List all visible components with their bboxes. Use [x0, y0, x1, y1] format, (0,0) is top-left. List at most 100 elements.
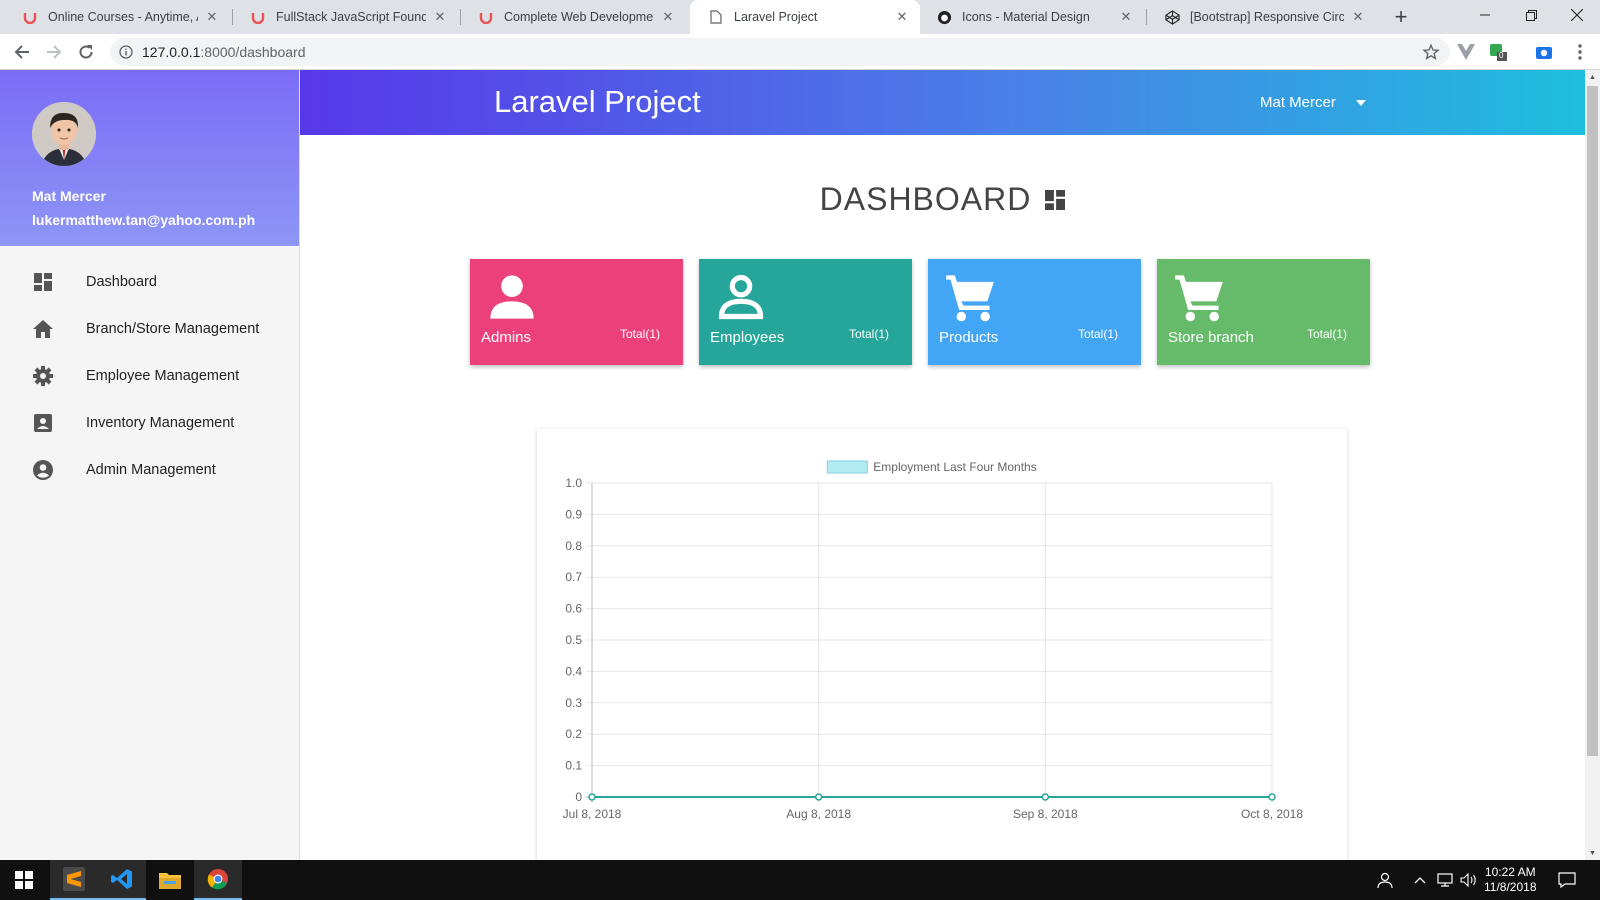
screenshot-extension-icon[interactable] — [1534, 42, 1554, 62]
page-scrollbar[interactable]: ▲ ▼ — [1585, 70, 1600, 860]
restore-icon[interactable] — [1508, 0, 1554, 30]
minimize-icon[interactable] — [1462, 0, 1508, 30]
clock-date: 11/8/2018 — [1484, 880, 1537, 894]
card-label: Products — [939, 329, 999, 346]
page-title: DASHBOARD — [300, 181, 1585, 218]
card-label: Admins — [481, 329, 532, 346]
close-window-icon[interactable] — [1554, 0, 1600, 30]
card-total: Total(1) — [1306, 327, 1347, 341]
windows-taskbar: 10:22 AM 11/8/2018 — [0, 860, 1600, 900]
volume-icon[interactable] — [1460, 860, 1478, 900]
x-tick-label: Aug 8, 2018 — [786, 807, 851, 821]
info-icon[interactable] — [118, 44, 134, 60]
vuejs-extension-icon[interactable] — [1456, 42, 1476, 62]
bookmark-star-icon[interactable] — [1422, 43, 1440, 61]
scroll-down-icon[interactable]: ▼ — [1585, 846, 1600, 860]
app-title: Laravel Project — [494, 84, 701, 119]
profile-panel: Mat Mercer lukermatthew.tan@yahoo.com.ph — [0, 70, 299, 246]
tab-title: Complete Web Development in 2018 — [504, 10, 654, 24]
data-point — [1268, 793, 1276, 801]
card-total: Total(1) — [848, 327, 889, 341]
tab-title: Icons - Material Design — [962, 10, 1090, 24]
page-title-text: DASHBOARD — [819, 181, 1032, 217]
file-explorer-icon[interactable] — [146, 860, 194, 900]
scrollbar-thumb[interactable] — [1587, 86, 1598, 756]
network-icon[interactable] — [1436, 860, 1454, 900]
new-tab-button[interactable]: + — [1388, 3, 1414, 31]
sidebar-menu: Dashboard Branch/Store Management Employ… — [0, 258, 299, 493]
browser-tab[interactable]: [Bootstrap] Responsive Circle Image ✕ — [1146, 0, 1376, 34]
tab-close-icon[interactable]: ✕ — [432, 9, 448, 25]
clock-time: 10:22 AM — [1484, 865, 1536, 879]
legend-swatch — [826, 460, 868, 474]
browser-tab[interactable]: FullStack JavaScript Foundations ✕ — [232, 0, 458, 34]
chrome-icon[interactable] — [194, 860, 242, 900]
sidebar-item-label: Admin Management — [86, 461, 216, 478]
tab-title: [Bootstrap] Responsive Circle Image — [1190, 10, 1344, 24]
address-bar[interactable]: 127.0.0.1:8000/dashboard — [110, 38, 1450, 66]
card-total: Total(1) — [619, 327, 660, 341]
card-label: Store branch — [1168, 329, 1254, 346]
y-tick-label: 0.9 — [565, 507, 582, 521]
browser-toolbar: 127.0.0.1:8000/dashboard 0 — [0, 34, 1600, 70]
y-tick-label: 0.3 — [565, 696, 582, 710]
data-point — [588, 793, 596, 801]
app-header: Laravel Project Mat Mercer — [300, 70, 1585, 135]
sidebar-item-label: Dashboard — [86, 273, 157, 290]
sidebar-item-branch-store[interactable]: Branch/Store Management — [0, 305, 299, 352]
data-point — [814, 793, 823, 801]
x-tick-label: Oct 8, 2018 — [1241, 807, 1303, 821]
stat-card-employees[interactable]: Employees Total(1) — [699, 259, 912, 365]
tab-close-icon[interactable]: ✕ — [204, 9, 220, 25]
tab-close-icon[interactable]: ✕ — [1350, 9, 1366, 25]
stat-card-products[interactable]: Products Total(1) — [928, 259, 1141, 365]
browser-tab-strip: Online Courses - Anytime, Anywhere ✕ Ful… — [0, 0, 1600, 34]
sidebar-item-dashboard[interactable]: Dashboard — [0, 258, 299, 305]
people-icon[interactable] — [1376, 860, 1398, 900]
cart-icon — [1175, 275, 1223, 322]
windows-start-icon[interactable] — [0, 860, 48, 900]
sidebar-item-admin[interactable]: Admin Management — [0, 446, 299, 493]
sidebar-item-employee[interactable]: Employee Management — [0, 352, 299, 399]
forward-icon[interactable] — [42, 40, 66, 64]
scroll-up-icon[interactable]: ▲ — [1585, 70, 1600, 84]
account-circle-icon — [32, 459, 54, 481]
dashboard-icon — [32, 271, 54, 293]
stat-card-store-branch[interactable]: Store branch Total(1) — [1157, 259, 1370, 365]
x-tick-label: Sep 8, 2018 — [1013, 807, 1078, 821]
notifications-icon[interactable] — [1558, 860, 1578, 900]
extension-badge-count: 0 — [1499, 51, 1504, 60]
tab-close-icon[interactable]: ✕ — [1118, 9, 1134, 25]
back-icon[interactable] — [10, 40, 34, 64]
browser-tab-active[interactable]: Laravel Project ✕ — [690, 0, 920, 34]
profile-name: Mat Mercer — [32, 188, 106, 204]
browser-tab[interactable]: Online Courses - Anytime, Anywhere ✕ — [4, 0, 230, 34]
y-tick-label: 0.1 — [565, 759, 582, 773]
profile-email: lukermatthew.tan@yahoo.com.ph — [32, 212, 256, 228]
reload-icon[interactable] — [74, 40, 98, 64]
browser-tab[interactable]: Icons - Material Design ✕ — [918, 0, 1144, 34]
chart-card: 0 0.1 0.2 0.3 0.4 0.5 0.6 0.7 0.8 0.9 1.0 Jul 8, 20… — [537, 429, 1347, 860]
udemy-icon — [478, 9, 494, 25]
extension-badge-icon[interactable]: 0 — [1488, 42, 1508, 62]
tab-title: Laravel Project — [734, 10, 818, 24]
sublime-text-icon[interactable] — [50, 860, 98, 900]
avatar — [32, 102, 96, 166]
sidebar-item-label: Inventory Management — [86, 414, 235, 431]
url-path: :8000/dashboard — [200, 44, 306, 60]
user-dropdown[interactable]: Mat Mercer — [1260, 94, 1366, 111]
tab-close-icon[interactable]: ✕ — [894, 9, 910, 25]
system-clock[interactable]: 10:22 AM 11/8/2018 — [1484, 865, 1537, 895]
sidebar-item-inventory[interactable]: Inventory Management — [0, 399, 299, 446]
browser-tab[interactable]: Complete Web Development in 2018 ✕ — [460, 0, 686, 34]
y-tick-label: 0.6 — [565, 602, 582, 616]
person-outline-icon — [718, 274, 764, 320]
stat-card-admins[interactable]: Admins Total(1) — [470, 259, 683, 365]
cart-icon — [946, 275, 994, 322]
tab-close-icon[interactable]: ✕ — [660, 9, 676, 25]
chevron-up-icon[interactable] — [1414, 860, 1428, 900]
tab-title: FullStack JavaScript Foundations — [276, 10, 426, 24]
sidebar-item-label: Branch/Store Management — [86, 320, 260, 337]
chrome-menu-icon[interactable] — [1570, 42, 1590, 62]
vscode-icon[interactable] — [98, 860, 146, 900]
